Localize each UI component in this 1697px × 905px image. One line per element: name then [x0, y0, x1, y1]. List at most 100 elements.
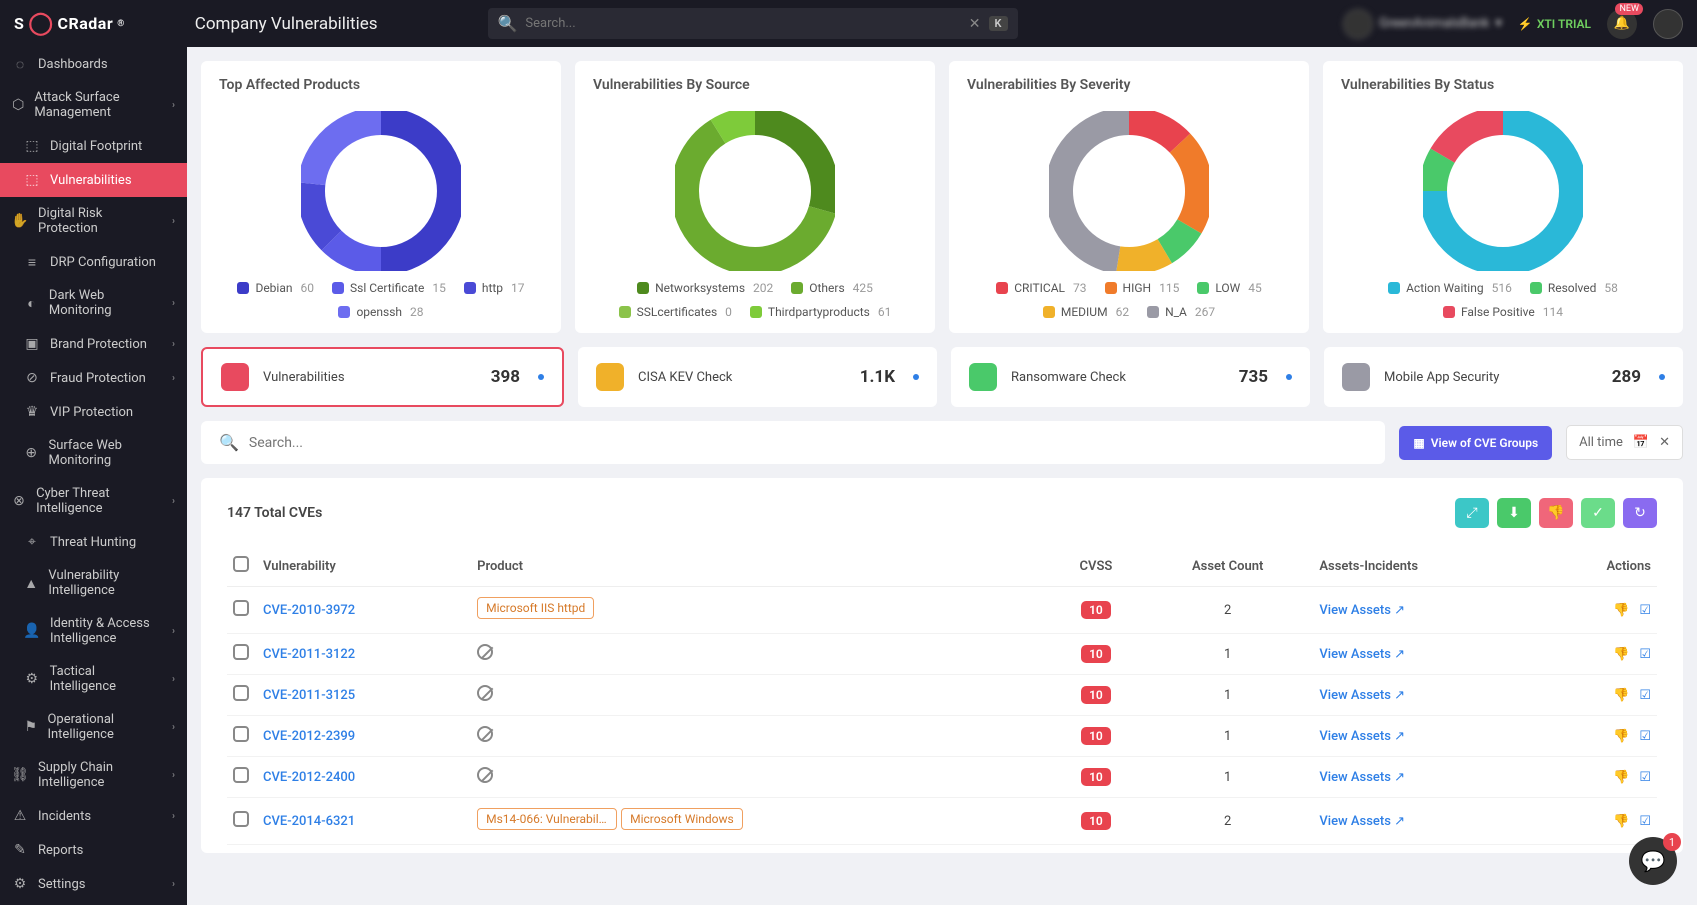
view-cve-groups-button[interactable]: ▦ View of CVE Groups	[1399, 426, 1552, 460]
global-search-input[interactable]	[525, 16, 960, 31]
thumbs-down-icon[interactable]: 👎	[1613, 814, 1629, 829]
sidebar-item-fraud-protection[interactable]: ⊘Fraud Protection›	[0, 361, 187, 395]
sidebar-item-supply-chain-intelligence[interactable]: ⛓Supply Chain Intelligence›	[0, 751, 187, 799]
sidebar-item-tactical-intelligence[interactable]: ⚙Tactical Intelligence›	[0, 655, 187, 703]
sidebar-item-identity-access-intelligence[interactable]: 👤Identity & Access Intelligence›	[0, 607, 187, 655]
brand-logo[interactable]: S◯CRadar®	[14, 13, 125, 35]
info-dot-icon[interactable]	[538, 374, 544, 380]
col-assets-incidents[interactable]: Assets-Incidents	[1313, 546, 1540, 587]
sidebar-item-dashboards[interactable]: ◌Dashboards	[0, 47, 187, 81]
product-pill[interactable]: Ms14-066: Vulnerability I...	[477, 808, 617, 830]
legend-item[interactable]: Networksystems202	[637, 281, 773, 295]
sidebar-item-vulnerabilities[interactable]: ⬚Vulnerabilities	[0, 163, 187, 197]
legend-item[interactable]: CRITICAL73	[996, 281, 1086, 295]
sidebar-item-brand-protection[interactable]: ▣Brand Protection›	[0, 327, 187, 361]
view-assets-link[interactable]: View Assets ↗	[1319, 729, 1405, 744]
trial-badge[interactable]: ⚡ XTI TRIAL	[1518, 17, 1591, 31]
sidebar-item-vip-protection[interactable]: ♛VIP Protection	[0, 395, 187, 429]
product-pill[interactable]: Microsoft Windows	[621, 808, 743, 830]
cve-link[interactable]: CVE-2012-2400	[263, 770, 355, 785]
bulk-action-button-2[interactable]: 👎	[1539, 498, 1573, 528]
sidebar-item-incidents[interactable]: ⚠Incidents›	[0, 799, 187, 833]
view-assets-link[interactable]: View Assets ↗	[1319, 814, 1405, 829]
bulk-action-button-0[interactable]: ⤢	[1455, 498, 1489, 528]
notifications-button[interactable]: 🔔 NEW	[1607, 9, 1637, 39]
thumbs-down-icon[interactable]: 👎	[1613, 688, 1629, 703]
cve-link[interactable]: CVE-2012-2399	[263, 729, 355, 744]
sidebar-item-digital-footprint[interactable]: ⬚Digital Footprint	[0, 129, 187, 163]
legend-item[interactable]: Ssl Certificate15	[332, 281, 446, 295]
row-checkbox[interactable]	[233, 811, 249, 827]
table-search[interactable]: 🔍	[201, 421, 1385, 464]
legend-item[interactable]: Resolved58	[1530, 281, 1618, 295]
user-avatar[interactable]	[1653, 9, 1683, 39]
cve-link[interactable]: CVE-2011-3125	[263, 688, 355, 703]
view-assets-link[interactable]: View Assets ↗	[1319, 688, 1405, 703]
view-assets-link[interactable]: View Assets ↗	[1319, 647, 1405, 662]
col-vulnerability[interactable]: Vulnerability	[257, 546, 471, 587]
metric-ransomware-check[interactable]: Ransomware Check735	[951, 347, 1310, 407]
check-icon[interactable]: ☑	[1639, 814, 1651, 829]
legend-item[interactable]: Action Waiting516	[1388, 281, 1512, 295]
col-asset-count[interactable]: Asset Count	[1142, 546, 1313, 587]
view-assets-link[interactable]: View Assets ↗	[1319, 603, 1405, 618]
check-icon[interactable]: ☑	[1639, 688, 1651, 703]
row-checkbox[interactable]	[233, 726, 249, 742]
check-icon[interactable]: ☑	[1639, 603, 1651, 618]
bulk-action-button-3[interactable]: ✓	[1581, 498, 1615, 528]
table-search-input[interactable]	[249, 435, 1368, 451]
legend-item[interactable]: MEDIUM62	[1043, 305, 1129, 319]
legend-item[interactable]: HIGH115	[1105, 281, 1180, 295]
sidebar-item-attack-surface-management[interactable]: ⬡Attack Surface Management›	[0, 81, 187, 129]
info-dot-icon[interactable]	[1286, 374, 1292, 380]
legend-item[interactable]: Others425	[791, 281, 873, 295]
legend-item[interactable]: False Positive114	[1443, 305, 1563, 319]
sidebar-item-vulnerability-intelligence[interactable]: ▲Vulnerability Intelligence	[0, 559, 187, 607]
bulk-action-button-4[interactable]: ↻	[1623, 498, 1657, 528]
legend-item[interactable]: SSLcertificates0	[619, 305, 732, 319]
sidebar-item-digital-risk-protection[interactable]: ✋Digital Risk Protection›	[0, 197, 187, 245]
sidebar-item-dark-web-monitoring[interactable]: ◐Dark Web Monitoring›	[0, 279, 187, 327]
check-icon[interactable]: ☑	[1639, 729, 1651, 744]
row-checkbox[interactable]	[233, 644, 249, 660]
legend-item[interactable]: N_A267	[1147, 305, 1215, 319]
check-icon[interactable]: ☑	[1639, 770, 1651, 785]
metric-cisa-kev-check[interactable]: CISA KEV Check1.1K	[578, 347, 937, 407]
company-selector[interactable]: GreenAnimalsBank ▾	[1343, 9, 1502, 39]
legend-item[interactable]: LOW45	[1197, 281, 1261, 295]
col-actions[interactable]: Actions	[1541, 546, 1657, 587]
row-checkbox[interactable]	[233, 767, 249, 783]
collapse-sidebar-button[interactable]: «	[0, 901, 187, 905]
clear-time-icon[interactable]: ✕	[1659, 435, 1670, 450]
view-assets-link[interactable]: View Assets ↗	[1319, 770, 1405, 785]
col-product[interactable]: Product	[471, 546, 1050, 587]
check-icon[interactable]: ☑	[1639, 647, 1651, 662]
legend-item[interactable]: openssh28	[338, 305, 423, 319]
sidebar-item-threat-hunting[interactable]: ⌖Threat Hunting	[0, 525, 187, 559]
legend-item[interactable]: Thirdpartyproducts61	[750, 305, 891, 319]
thumbs-down-icon[interactable]: 👎	[1613, 647, 1629, 662]
sidebar-item-reports[interactable]: ✎Reports	[0, 833, 187, 867]
search-clear-icon[interactable]: ✕	[969, 16, 981, 32]
col-cvss[interactable]: CVSS	[1050, 546, 1142, 587]
chat-support-button[interactable]: 💬 1	[1629, 837, 1677, 885]
metric-vulnerabilities[interactable]: Vulnerabilities398	[201, 347, 564, 407]
cve-link[interactable]: CVE-2011-3122	[263, 647, 355, 662]
sidebar-item-cyber-threat-intelligence[interactable]: ⊗Cyber Threat Intelligence›	[0, 477, 187, 525]
thumbs-down-icon[interactable]: 👎	[1613, 603, 1629, 618]
row-checkbox[interactable]	[233, 685, 249, 701]
time-range-selector[interactable]: All time 📅 ✕	[1566, 425, 1683, 460]
legend-item[interactable]: http17	[464, 281, 525, 295]
select-all-checkbox[interactable]	[233, 556, 249, 572]
metric-mobile-app-security[interactable]: Mobile App Security289	[1324, 347, 1683, 407]
cve-link[interactable]: CVE-2014-6321	[263, 814, 355, 829]
cve-link[interactable]: CVE-2010-3972	[263, 603, 355, 618]
legend-item[interactable]: Debian60	[237, 281, 314, 295]
thumbs-down-icon[interactable]: 👎	[1613, 729, 1629, 744]
sidebar-item-surface-web-monitoring[interactable]: ⊕Surface Web Monitoring	[0, 429, 187, 477]
bulk-action-button-1[interactable]: ⬇	[1497, 498, 1531, 528]
sidebar-item-settings[interactable]: ⚙Settings›	[0, 867, 187, 901]
info-dot-icon[interactable]	[1659, 374, 1665, 380]
product-pill[interactable]: Microsoft IIS httpd	[477, 597, 594, 619]
thumbs-down-icon[interactable]: 👎	[1613, 770, 1629, 785]
